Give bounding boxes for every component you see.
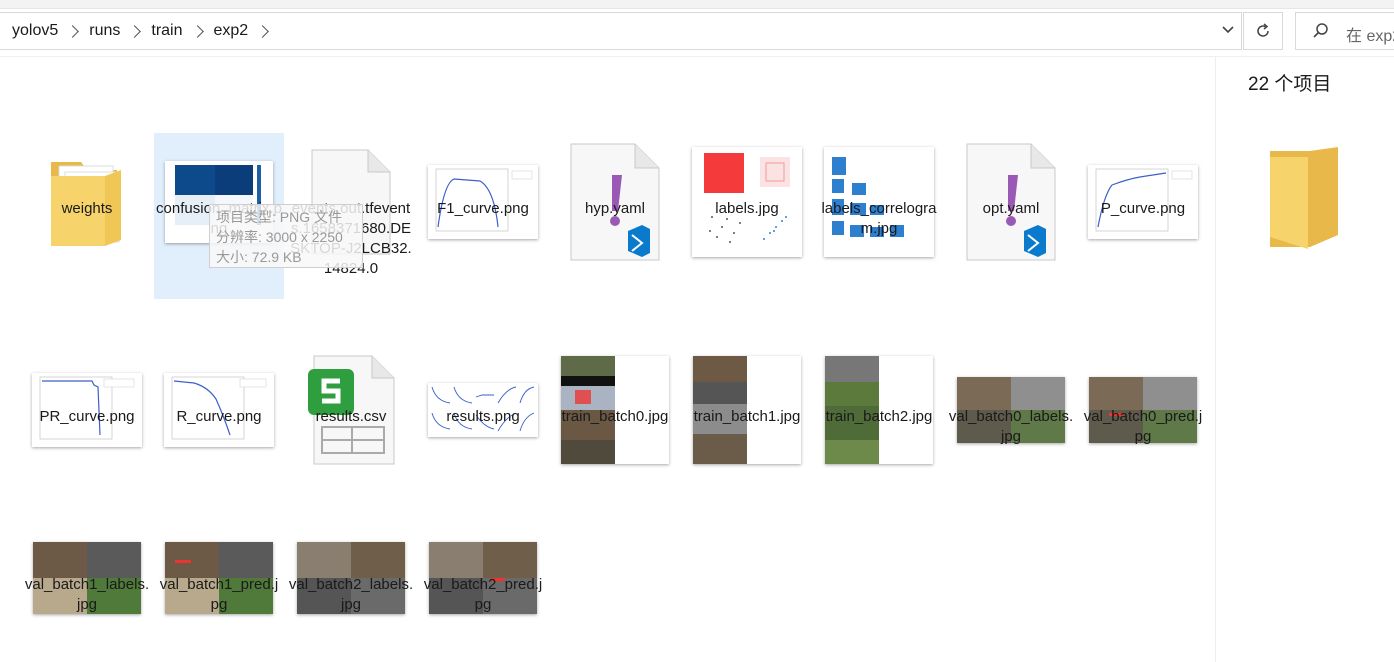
file-name: labels.jpg	[715, 200, 779, 217]
refresh-button[interactable]	[1243, 12, 1283, 50]
file-name: val_batch1_pred.jpg	[159, 576, 279, 613]
file-item-train-batch2[interactable]: train_batch2.jpg	[814, 356, 944, 464]
file-name: results.csv	[315, 408, 387, 425]
refresh-icon	[1257, 23, 1269, 37]
file-item-results-csv[interactable]: results.csv	[286, 355, 416, 465]
file-item-val-batch0-pred[interactable]: val_batch0_pred.jpg	[1078, 377, 1208, 447]
file-item-results-png[interactable]: results.png	[418, 383, 548, 437]
file-name: R_curve.png	[176, 408, 262, 425]
file-grid: weights confusion_matrix.png events.out.…	[0, 57, 1215, 662]
file-item-weights[interactable]: weights	[22, 162, 152, 246]
file-item-f1-curve[interactable]: F1_curve.png	[418, 165, 548, 239]
file-item-val-batch1-labels[interactable]: val_batch1_labels.jpg	[22, 542, 152, 615]
file-tooltip: 项目类型: PNG 文件 分辨率: 3000 x 2250 大小: 72.9 K…	[209, 204, 363, 268]
file-name: weights	[61, 200, 113, 217]
tooltip-size: 大小: 72.9 KB	[216, 249, 302, 265]
file-item-pr-curve[interactable]: PR_curve.png	[22, 373, 152, 447]
breadcrumb-chevron-icon[interactable]	[128, 24, 142, 38]
chevron-down-icon[interactable]	[1221, 23, 1235, 37]
file-name: P_curve.png	[1100, 200, 1186, 217]
file-item-p-curve[interactable]: P_curve.png	[1078, 165, 1208, 239]
breadcrumb-exp2[interactable]: exp2	[212, 22, 251, 40]
file-name: val_batch0_labels.jpg	[948, 408, 1074, 445]
file-item-opt-yaml[interactable]: opt.yaml	[946, 143, 1076, 261]
file-item-val-batch2-pred[interactable]: val_batch2_pred.jpg	[418, 542, 548, 615]
file-name: F1_curve.png	[437, 200, 529, 217]
file-item-labels[interactable]: labels.jpg	[682, 147, 812, 257]
file-name: train_batch0.jpg	[561, 408, 669, 425]
file-name: train_batch2.jpg	[825, 408, 933, 425]
file-item-train-batch0[interactable]: train_batch0.jpg	[550, 356, 680, 464]
search-box[interactable]: 在 exp2	[1295, 12, 1394, 50]
file-item-r-curve[interactable]: R_curve.png	[154, 373, 284, 447]
preview-pane: 22 个项目	[1215, 57, 1394, 662]
breadcrumb: yolov5 runs train exp2	[10, 13, 277, 49]
file-name: val_batch2_labels.jpg	[288, 576, 414, 613]
file-item-val-batch2-labels[interactable]: val_batch2_labels.jpg	[286, 542, 416, 615]
breadcrumb-chevron-icon[interactable]	[66, 24, 80, 38]
folder-icon	[1270, 147, 1338, 249]
file-item-labels-correlogram[interactable]: labels_correlogram.jpg	[814, 147, 944, 257]
tooltip-type: 项目类型: PNG 文件	[216, 209, 343, 225]
breadcrumb-runs[interactable]: runs	[87, 22, 122, 40]
address-bar[interactable]: yolov5 runs train exp2	[0, 12, 1242, 50]
file-name: train_batch1.jpg	[693, 408, 801, 425]
file-item-hyp-yaml[interactable]: hyp.yaml	[550, 143, 680, 261]
file-name: hyp.yaml	[584, 200, 646, 217]
file-name: val_batch2_pred.jpg	[423, 576, 543, 613]
file-name: opt.yaml	[982, 200, 1040, 217]
title-bar-strip	[0, 0, 1394, 9]
file-name: val_batch0_pred.jpg	[1083, 408, 1203, 445]
item-count: 22 个项目	[1248, 74, 1332, 95]
file-name: val_batch1_labels.jpg	[24, 576, 150, 613]
search-placeholder: 在 exp2	[1346, 28, 1394, 45]
file-name: labels_correlogram.jpg	[821, 200, 937, 237]
file-item-train-batch1[interactable]: train_batch1.jpg	[682, 356, 812, 464]
search-icon	[1313, 23, 1328, 38]
breadcrumb-chevron-icon[interactable]	[256, 24, 270, 38]
file-item-val-batch1-pred[interactable]: val_batch1_pred.jpg	[154, 542, 284, 615]
file-name: results.png	[446, 408, 520, 425]
breadcrumb-yolov5[interactable]: yolov5	[10, 22, 60, 40]
tooltip-resolution: 分辨率: 3000 x 2250	[216, 229, 343, 245]
breadcrumb-chevron-icon[interactable]	[190, 24, 204, 38]
breadcrumb-train[interactable]: train	[149, 22, 184, 40]
file-item-val-batch0-labels[interactable]: val_batch0_labels.jpg	[946, 377, 1076, 447]
file-name: PR_curve.png	[39, 408, 135, 425]
